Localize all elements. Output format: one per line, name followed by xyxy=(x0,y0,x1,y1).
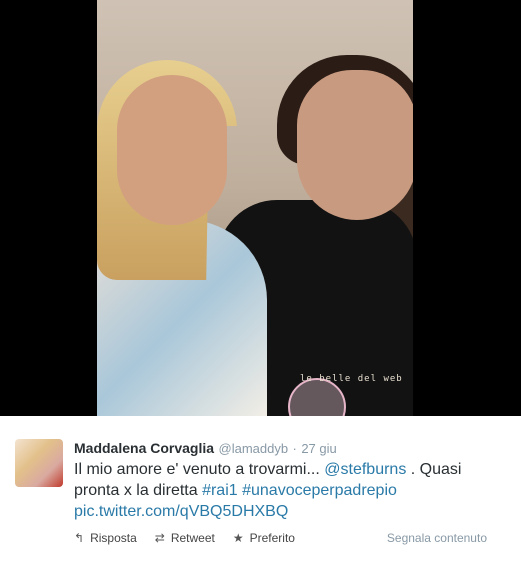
retweet-icon: ⇄ xyxy=(154,531,165,545)
avatar[interactable] xyxy=(15,439,63,487)
hashtag-link[interactable]: #rai1 xyxy=(202,482,238,499)
author-username[interactable]: @lamaddyb xyxy=(219,441,289,456)
watermark-text: le belle del web xyxy=(300,374,403,384)
timestamp[interactable]: 27 giu xyxy=(301,441,336,456)
reply-icon: ↰ xyxy=(74,531,85,545)
tweet: Maddalena Corvaglia @lamaddyb · 27 giu I… xyxy=(0,416,521,566)
woman-face xyxy=(117,75,227,225)
hashtag-link[interactable]: #unavoceperpadrepio xyxy=(242,482,397,499)
report-link[interactable]: Segnala contenuto xyxy=(387,531,487,545)
star-icon: ★ xyxy=(232,531,244,545)
pic-link[interactable]: pic.twitter.com/qVBQ5DHXBQ xyxy=(74,503,288,520)
author-fullname[interactable]: Maddalena Corvaglia xyxy=(74,440,214,456)
text-part: Il mio amore e' venuto a trovarmi... xyxy=(74,461,320,478)
tweet-text: Il mio amore e' venuto a trovarmi... @st… xyxy=(74,459,504,522)
retweet-button[interactable]: ⇄ Retweet xyxy=(155,531,215,545)
tweet-header: Maddalena Corvaglia @lamaddyb · 27 giu xyxy=(74,440,337,458)
tweet-photo[interactable] xyxy=(97,0,413,416)
tweet-media[interactable]: le belle del web xyxy=(0,0,521,416)
reply-label: Risposta xyxy=(90,531,137,545)
mention-link[interactable]: @stefburns xyxy=(324,461,406,478)
favorite-button[interactable]: ★ Preferito xyxy=(233,531,295,545)
tweet-actions: ↰ Risposta ⇄ Retweet ★ Preferito xyxy=(74,531,313,545)
favorite-label: Preferito xyxy=(249,531,295,545)
separator: · xyxy=(292,441,297,456)
man-face xyxy=(297,70,413,220)
reply-button[interactable]: ↰ Risposta xyxy=(74,531,137,545)
retweet-label: Retweet xyxy=(170,531,215,545)
